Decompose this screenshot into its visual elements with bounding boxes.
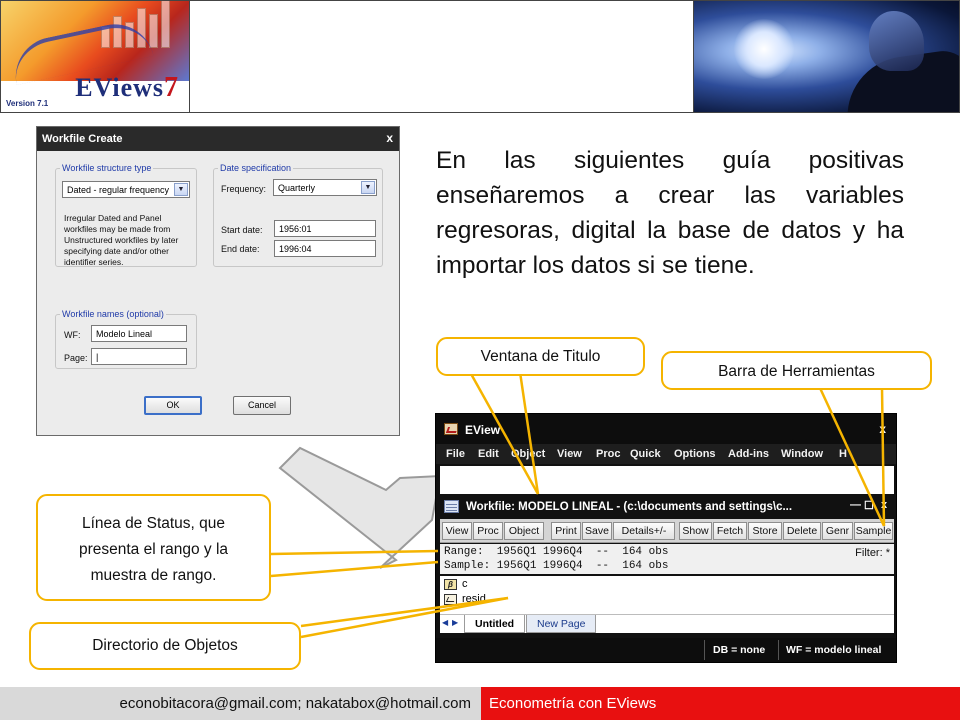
eviews-menu-bar: File Edit Object View Proc Quick Options…: [436, 444, 896, 464]
page-name-input[interactable]: |: [91, 348, 187, 365]
eviews-logo: EViews7 Version 7.1: [0, 0, 190, 113]
details-button[interactable]: Details+/-: [613, 522, 675, 540]
header-blank-panel: [190, 0, 693, 113]
range-line: Range: 1956Q1 1996Q4 -- 164 obs: [444, 546, 669, 558]
menu-proc[interactable]: Proc: [596, 448, 620, 460]
footer-emails: econobitacora@gmail.com; nakatabox@hotma…: [0, 687, 481, 720]
workfile-title: Workfile: MODELO LINEAL - (c:\documents …: [466, 501, 793, 513]
header-artwork: [693, 0, 960, 113]
menu-file[interactable]: File: [446, 448, 465, 460]
series-icon: [444, 594, 457, 605]
end-date-label: End date:: [221, 244, 260, 254]
object-name: resid: [462, 593, 486, 605]
page-tabs: ◀ ▶ Untitled New Page: [440, 614, 894, 633]
workfile-status-line: Range: 1956Q1 1996Q4 -- 164 obs Sample: …: [440, 544, 894, 574]
footer-course: Econometría con EViews: [481, 687, 960, 720]
callout-title-window: Ventana de Titulo: [436, 337, 645, 376]
workfile-create-dialog: Workfile Create x Workfile structure typ…: [36, 126, 400, 436]
show-button[interactable]: Show: [679, 522, 712, 540]
logo-wordmark: EViews7: [75, 72, 179, 103]
delete-button[interactable]: Delete: [783, 522, 821, 540]
menu-view[interactable]: View: [557, 448, 582, 460]
eviews-app-icon: [444, 423, 458, 435]
page-label: Page:: [64, 353, 88, 363]
menu-help[interactable]: H: [839, 448, 847, 460]
chevron-down-icon[interactable]: ▼: [174, 183, 188, 196]
menu-window[interactable]: Window: [781, 448, 823, 460]
proc-button[interactable]: Proc: [473, 522, 503, 540]
scroll-left-icon[interactable]: ◀: [442, 618, 451, 630]
ok-button[interactable]: OK: [144, 396, 202, 415]
object-directory: β c resid: [440, 576, 894, 614]
print-button[interactable]: Print: [551, 522, 581, 540]
wf-label: WF:: [64, 330, 81, 340]
callout-status-line: Línea de Status, que presenta el rango y…: [36, 494, 271, 601]
menu-object[interactable]: Object: [511, 448, 545, 460]
eviews-title: EView: [465, 423, 501, 437]
fetch-button[interactable]: Fetch: [713, 522, 747, 540]
menu-quick[interactable]: Quick: [630, 448, 661, 460]
tab-untitled[interactable]: Untitled: [464, 615, 526, 633]
genr-button[interactable]: Genr: [822, 522, 853, 540]
description-text: En las siguientes guía positivas enseñar…: [436, 147, 904, 279]
end-date-input[interactable]: 1996:04: [274, 240, 376, 257]
names-group-label: Workfile names (optional): [62, 309, 164, 319]
eviews-title-bar: EView x: [436, 414, 896, 444]
workfile-title-bar: Workfile: MODELO LINEAL - (c:\documents …: [440, 495, 894, 519]
filter-label[interactable]: Filter: *: [855, 547, 890, 559]
object-name: c: [462, 578, 468, 590]
object-button[interactable]: Object: [504, 522, 544, 540]
dialog-title: Workfile Create: [42, 133, 123, 145]
structure-note: Irregular Dated and Panel workfiles may …: [64, 213, 179, 267]
eviews-window: EView x File Edit Object View Proc Quick…: [435, 413, 897, 663]
callout-toolbar: Barra de Herramientas: [661, 351, 932, 390]
chevron-down-icon[interactable]: ▼: [361, 181, 375, 194]
maximize-icon[interactable]: ☐: [864, 499, 874, 512]
footer-bar: econobitacora@gmail.com; nakatabox@hotma…: [0, 687, 960, 720]
close-icon[interactable]: x: [386, 131, 393, 145]
tab-new-page[interactable]: New Page: [526, 615, 597, 633]
dialog-title-bar: Workfile Create x: [37, 127, 399, 151]
logo-version: Version 7.1: [6, 99, 49, 108]
structure-group-label: Workfile structure type: [62, 163, 152, 173]
sample-button[interactable]: Sample: [854, 522, 893, 540]
cancel-button[interactable]: Cancel: [233, 396, 291, 415]
menu-edit[interactable]: Edit: [478, 448, 499, 460]
workfile-icon: [444, 500, 459, 513]
store-button[interactable]: Store: [748, 522, 782, 540]
frequency-label: Frequency:: [221, 184, 267, 194]
sample-line: Sample: 1956Q1 1996Q4 -- 164 obs: [444, 560, 669, 572]
close-icon[interactable]: x: [879, 422, 886, 436]
close-icon[interactable]: x: [881, 499, 887, 511]
wf-name-input[interactable]: Modelo Lineal: [91, 325, 187, 342]
callout-objects-directory: Directorio de Objetos: [29, 622, 301, 670]
workfile-toolbar: View Proc Object Print Save Details+/- S…: [440, 519, 894, 543]
command-area[interactable]: [440, 466, 894, 494]
db-status: DB = none: [713, 644, 766, 656]
start-date-label: Start date:: [221, 225, 263, 235]
eviews-status-bar: DB = none WF = modelo lineal: [436, 638, 896, 662]
minimize-icon[interactable]: —: [850, 499, 861, 511]
coefficient-icon: β: [444, 579, 457, 590]
frequency-select[interactable]: Quarterly ▼: [273, 179, 377, 196]
wf-status: WF = modelo lineal: [786, 644, 882, 656]
menu-options[interactable]: Options: [674, 448, 716, 460]
scroll-right-icon[interactable]: ▶: [452, 618, 461, 630]
structure-select[interactable]: Dated - regular frequency ▼: [62, 181, 190, 198]
structure-select-value: Dated - regular frequency: [67, 185, 170, 195]
date-spec-label: Date specification: [220, 163, 292, 173]
header-band: EViews7 Version 7.1: [0, 0, 960, 113]
menu-addins[interactable]: Add-ins: [728, 448, 769, 460]
logo-artwork: [1, 1, 189, 86]
start-date-input[interactable]: 1956:01: [274, 220, 376, 237]
view-button[interactable]: View: [442, 522, 472, 540]
frequency-select-value: Quarterly: [278, 183, 316, 193]
save-button[interactable]: Save: [582, 522, 612, 540]
